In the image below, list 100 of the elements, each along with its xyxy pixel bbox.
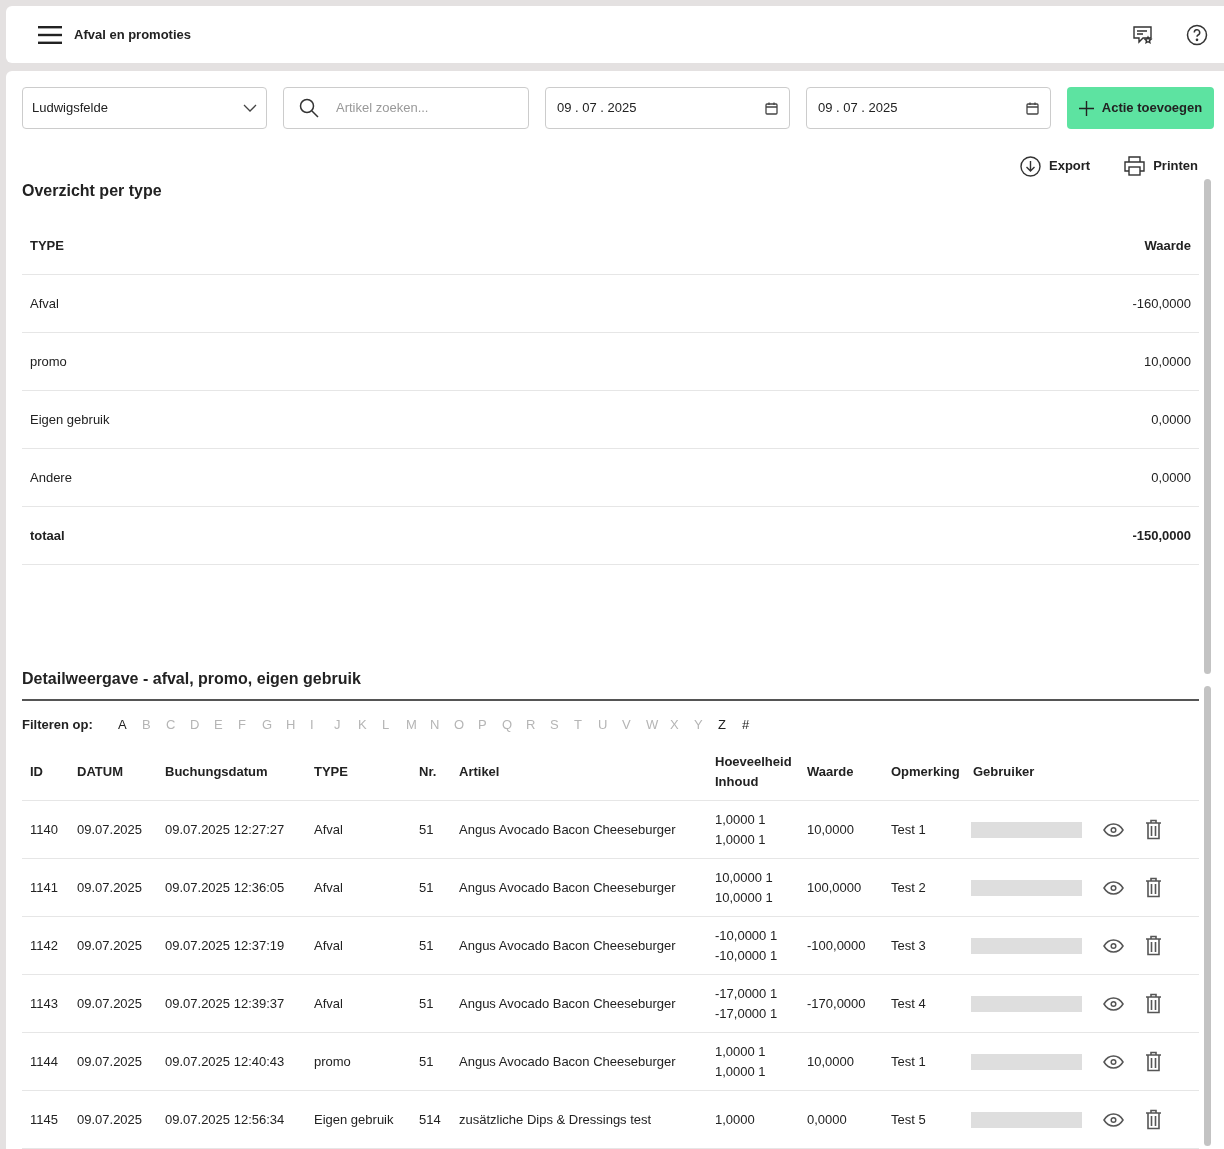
table-cell-text: Andere [30,468,72,487]
table-cell-text: Afval [314,878,344,897]
calendar-icon [1026,101,1039,115]
table-cell-text: 09.07.2025 [77,1110,144,1129]
calendar-icon [765,101,778,115]
filter-letter[interactable]: # [742,715,766,735]
table-cell-text: promo [314,1052,352,1071]
table-cell-text: 514 [419,1110,442,1129]
delete-icon[interactable] [1145,877,1162,898]
eye-icon[interactable] [1103,880,1124,895]
eye-icon[interactable] [1103,938,1124,953]
delete-icon[interactable] [1145,1109,1162,1130]
delete-icon[interactable] [1145,819,1162,840]
table-cell-text: Angus Avocado Bacon Cheeseburger [459,820,677,839]
table-cell-text: Angus Avocado Bacon Cheeseburger [459,1052,677,1071]
search-icon [299,98,319,118]
table-cell-text: 51 [419,820,435,839]
location-dropdown[interactable]: Ludwigsfelde [22,87,267,129]
eye-icon[interactable] [1103,996,1124,1011]
column-header: Waarde [807,762,855,781]
column-header: Gebruiker [973,762,1036,781]
table-cell-text: 09.07.2025 [77,994,144,1013]
table-cell-text: Test 2 [891,878,927,897]
table-cell-text: 1141 [30,878,59,897]
table-cell-text: Afval [30,294,59,313]
table-cell-text: Afval [314,820,344,839]
print-button[interactable]: Printen [1124,156,1198,176]
column-header: Hoeveelheid [715,752,793,771]
table-cell-text: 10,0000 [807,1052,855,1071]
menu-icon[interactable] [38,25,62,44]
search-field[interactable]: Artikel zoeken... [283,87,529,129]
table-cell-text: 51 [419,1052,435,1071]
column-header: TYPE [314,762,349,781]
table-cell-text: 51 [419,936,435,955]
table-cell-text: -17,0000 1 [715,984,779,1003]
table-cell-text: 1,0000 1 [715,810,767,829]
table-cell-text: -10,0000 1 [715,926,779,945]
table-cell-text: -160,0000 [1132,294,1191,313]
table-cell-text: -100,0000 [807,936,867,955]
table-cell-text: 09.07.2025 [77,878,144,897]
table-cell-text: 1140 [30,820,59,839]
printer-icon [1124,156,1146,176]
help-icon[interactable] [1186,23,1208,46]
column-header: Opmerking [891,762,961,781]
table-cell-text: zusätzliche Dips & Dressings test [459,1110,653,1129]
delete-icon[interactable] [1145,935,1162,956]
table-cell-text: 1,0000 1 [715,1062,767,1081]
eye-icon[interactable] [1103,1112,1124,1127]
table-cell-text: 10,0000 1 [715,888,774,907]
column-header: ID [30,762,44,781]
eye-icon[interactable] [1103,822,1124,837]
table-cell-text: 09.07.2025 [77,1052,144,1071]
table-cell-text: -10,0000 1 [715,946,779,965]
table-cell-text: Test 3 [891,936,927,955]
date-to-field[interactable]: 09 . 07 . 2025 [806,87,1051,129]
table-cell-text: 10,0000 [807,820,855,839]
table-cell-text: promo [30,352,67,371]
table-cell-text: 1,0000 1 [715,1042,767,1061]
feedback-icon[interactable] [1132,24,1154,45]
table-cell-text: Angus Avocado Bacon Cheeseburger [459,936,677,955]
table-cell-text: 1,0000 [715,1110,756,1129]
section-title: Overzicht per type [22,181,163,201]
filter-letter[interactable]: Z [718,715,742,735]
table-cell-text: 0,0000 [807,1110,848,1129]
table-cell-text: 1145 [30,1110,59,1129]
plus-icon [1078,100,1094,116]
table-cell-text: -170,0000 [807,994,867,1013]
export-button[interactable]: Export [1020,155,1091,177]
table-cell-text: Afval [314,994,344,1013]
table-cell-text: 1142 [30,936,59,955]
date-from-field[interactable]: 09 . 07 . 2025 [545,87,790,129]
table-cell-text: 100,0000 [807,878,863,897]
filter-letter[interactable]: A [118,715,142,735]
column-header: TYPE [30,236,64,255]
delete-icon[interactable] [1145,1051,1162,1072]
table-cell-text: 51 [419,878,435,897]
table-cell-text: Eigen gebruik [30,410,110,429]
table-cell-text: Angus Avocado Bacon Cheeseburger [459,878,677,897]
eye-icon[interactable] [1103,1054,1124,1069]
add-action-button[interactable]: Actie toevoegen [1067,87,1214,129]
table-cell-text: 10,0000 [1144,352,1191,371]
table-cell-text: 51 [419,994,435,1013]
table-cell-text: 09.07.2025 12:27:27 [165,820,286,839]
table-cell-text: totaal [30,526,65,545]
section-title: Detailweergave - afval, promo, eigen gebruik [22,667,1199,701]
table-cell-text: -17,0000 1 [715,1004,779,1023]
download-icon [1020,155,1042,177]
table-cell-text: Test 1 [891,1052,927,1071]
table-cell-text: Angus Avocado Bacon Cheeseburger [459,994,677,1013]
table-cell-text: 10,0000 1 [715,868,774,887]
delete-icon[interactable] [1145,993,1162,1014]
table-cell-text: 1144 [30,1052,59,1071]
page-title: Afval en promoties [74,25,192,44]
chevron-down-icon [243,104,257,112]
table-cell-text: Eigen gebruik [314,1110,395,1129]
table-cell-text: 09.07.2025 12:36:05 [165,878,286,897]
column-header: Artikel [459,762,501,781]
table-cell-text: Test 5 [891,1110,927,1129]
table-cell-text: 0,0000 [1151,468,1191,487]
table-cell-text: 1,0000 1 [715,830,767,849]
